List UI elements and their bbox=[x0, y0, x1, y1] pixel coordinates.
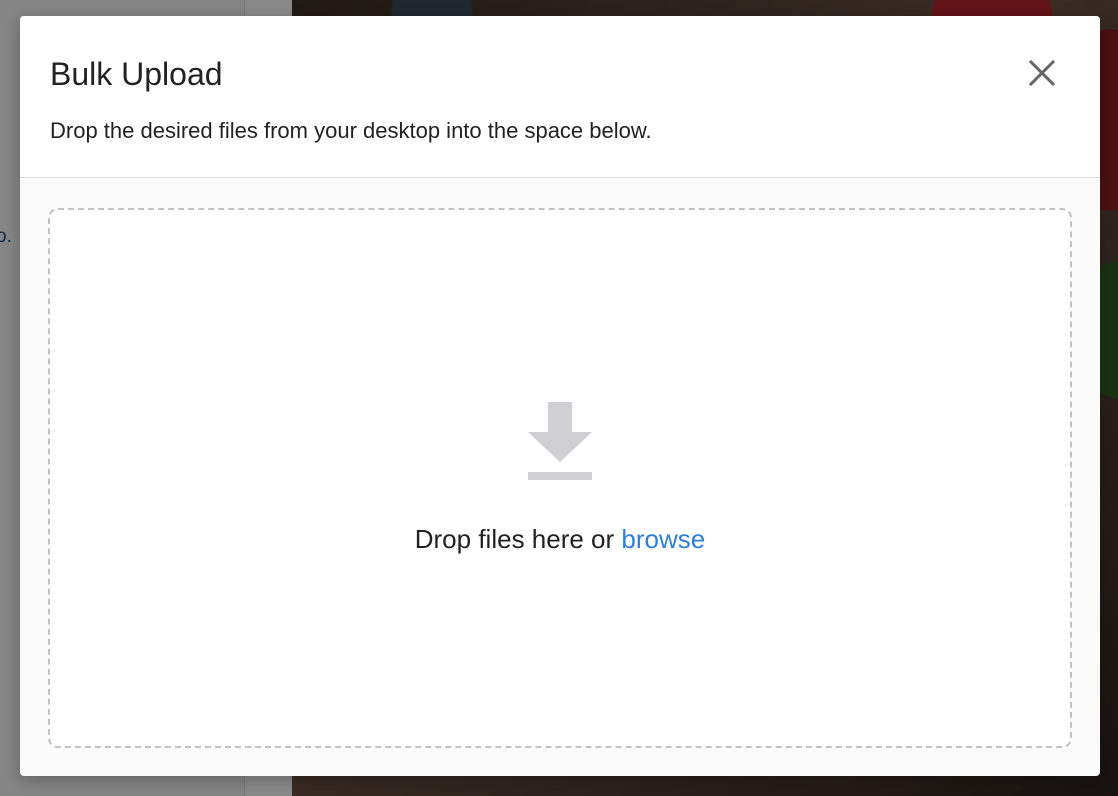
download-icon bbox=[528, 402, 592, 480]
bulk-upload-modal: Bulk Upload Drop the desired files from … bbox=[20, 16, 1100, 776]
app-stage: o. Bulk Upload Drop the desired files fr… bbox=[0, 0, 1118, 796]
modal-header: Bulk Upload Drop the desired files from … bbox=[20, 16, 1100, 178]
close-icon bbox=[1028, 59, 1056, 87]
modal-subtitle: Drop the desired files from your desktop… bbox=[50, 118, 652, 143]
dropzone-prompt: Drop files here or browse bbox=[50, 522, 1070, 556]
modal-title: Bulk Upload bbox=[50, 56, 223, 92]
file-dropzone[interactable]: Drop files here or browse bbox=[48, 208, 1072, 748]
browse-link[interactable]: browse bbox=[621, 524, 705, 554]
dropzone-prompt-text: Drop files here or bbox=[414, 524, 615, 554]
close-button[interactable] bbox=[1018, 52, 1066, 94]
